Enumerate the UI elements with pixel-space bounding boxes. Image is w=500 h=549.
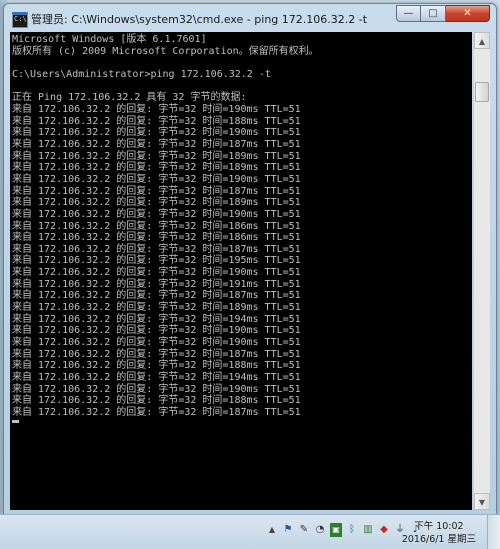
clock-time: 下午 10:02 — [414, 521, 464, 532]
console-text: Microsoft Windows [版本 6.1.7601] 版权所有 (c)… — [12, 34, 319, 418]
security-icon[interactable]: ◆ — [378, 523, 390, 537]
close-button[interactable]: ✕ — [446, 5, 490, 22]
clock-date: 2016/6/1 星期三 — [401, 534, 476, 545]
caption-buttons: — □ ✕ — [396, 5, 490, 23]
title-bar[interactable]: C:\ 管理员: C:\Windows\system32\cmd.exe - p… — [4, 4, 496, 32]
cmd-window[interactable]: C:\ 管理员: C:\Windows\system32\cmd.exe - p… — [3, 3, 497, 515]
text-cursor — [12, 420, 19, 423]
scroll-thumb[interactable] — [475, 82, 489, 102]
cmd-icon[interactable]: C:\ — [12, 12, 28, 28]
scroll-up-arrow[interactable]: ▲ — [474, 32, 490, 49]
scroll-down-arrow[interactable]: ▼ — [474, 493, 490, 510]
minimize-button[interactable]: — — [396, 5, 421, 22]
taskbar-clock[interactable]: 下午 10:02 2016/6/1 星期三 — [402, 520, 476, 546]
window-title: 管理员: C:\Windows\system32\cmd.exe - ping … — [31, 13, 368, 26]
maximize-button[interactable]: □ — [421, 5, 446, 22]
volume-icon[interactable]: ◔ — [314, 523, 326, 537]
input-method-icon[interactable]: ✎ — [298, 523, 310, 537]
console-output[interactable]: Microsoft Windows [版本 6.1.7601] 版权所有 (c)… — [10, 32, 472, 510]
bluetooth-icon[interactable]: ᛒ — [346, 523, 358, 537]
tray-expand-icon[interactable]: ▲ — [266, 523, 278, 537]
taskbar: ▲ ⚑ ✎ ◔ ▣ ᛒ ▥ ◆ ⏚ ♪ 下午 10:02 2016/6/1 星期… — [0, 514, 500, 549]
nvidia-icon[interactable]: ▣ — [330, 523, 342, 537]
show-desktop-button[interactable] — [487, 515, 500, 549]
flag-icon[interactable]: ⚑ — [282, 523, 294, 537]
network-icon[interactable]: ▥ — [362, 523, 374, 537]
vertical-scrollbar[interactable]: ▲ ▼ — [473, 32, 490, 510]
system-tray: ▲ ⚑ ✎ ◔ ▣ ᛒ ▥ ◆ ⏚ ♪ — [266, 523, 422, 537]
